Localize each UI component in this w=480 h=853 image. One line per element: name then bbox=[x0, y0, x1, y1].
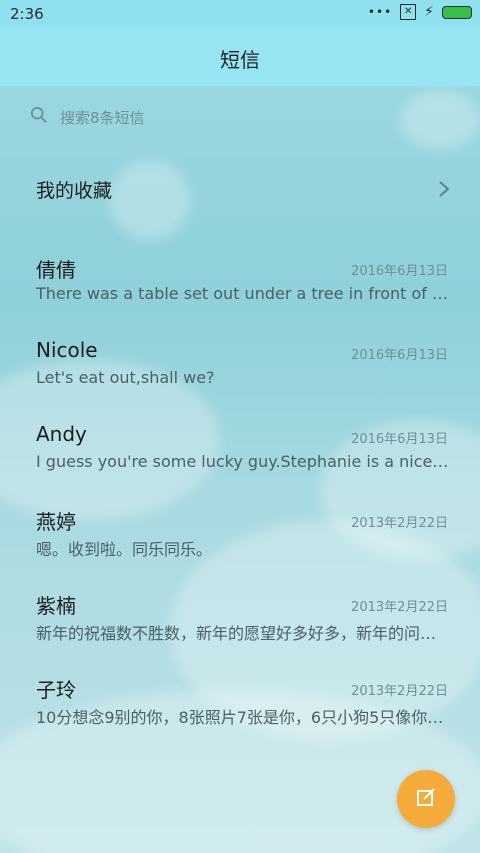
message-sender: 子玲 bbox=[36, 678, 76, 702]
search-bar[interactable]: 搜索8条短信 bbox=[30, 104, 450, 130]
status-bar: 2:36 ••• ✕ ⚡ bbox=[0, 0, 480, 28]
message-row[interactable]: 倩倩 2016年6月13日 There was a table set out … bbox=[36, 254, 450, 314]
message-row[interactable]: 紫楠 2013年2月22日 新年的祝福数不胜数，新年的愿望好多好多，新年的问候.… bbox=[36, 590, 450, 650]
messages-screen: 2:36 ••• ✕ ⚡ 短信 搜索8条短信 我的收藏 倩倩 2016年6月13… bbox=[0, 0, 480, 853]
message-sender: 倩倩 bbox=[36, 258, 76, 282]
message-preview: Let's eat out,shall we? bbox=[36, 368, 215, 387]
message-date: 2016年6月13日 bbox=[351, 432, 448, 447]
favorites-label: 我的收藏 bbox=[36, 180, 113, 202]
message-date: 2013年2月22日 bbox=[351, 600, 448, 615]
compose-button[interactable] bbox=[397, 770, 455, 828]
message-preview: There was a table set out under a tree i… bbox=[36, 284, 450, 303]
bolt-icon: ⚡ bbox=[424, 4, 434, 20]
battery-icon bbox=[442, 5, 472, 19]
sim-x-icon: ✕ bbox=[400, 4, 417, 20]
message-sender: Andy bbox=[36, 422, 87, 446]
status-icons: ••• ✕ ⚡ bbox=[368, 4, 472, 20]
message-sender: Nicole bbox=[36, 338, 98, 362]
message-row[interactable]: Andy 2016年6月13日 I guess you're some luck… bbox=[36, 422, 450, 482]
status-time: 2:36 bbox=[10, 5, 44, 23]
page-title: 短信 bbox=[220, 48, 260, 72]
message-preview: 10分想念9别的你，8张照片7张是你，6只小狗5只像你，4... bbox=[36, 708, 450, 727]
message-row[interactable]: 子玲 2013年2月22日 10分想念9别的你，8张照片7张是你，6只小狗5只像… bbox=[36, 674, 450, 734]
search-placeholder[interactable]: 搜索8条短信 bbox=[60, 107, 145, 128]
message-date: 2016年6月13日 bbox=[351, 348, 448, 363]
compose-icon bbox=[415, 786, 437, 812]
message-preview: I guess you're some lucky guy.Stephanie … bbox=[36, 452, 450, 471]
message-sender: 紫楠 bbox=[36, 594, 76, 618]
message-date: 2013年2月22日 bbox=[351, 684, 448, 699]
favorites-row[interactable]: 我的收藏 bbox=[36, 176, 450, 210]
message-preview: 嗯。收到啦。同乐同乐。 bbox=[36, 540, 213, 559]
dots-icon: ••• bbox=[367, 5, 393, 19]
search-icon bbox=[30, 106, 48, 128]
chevron-right-icon bbox=[438, 180, 450, 203]
message-row[interactable]: Nicole 2016年6月13日 Let's eat out,shall we… bbox=[36, 338, 450, 398]
message-sender: 燕婷 bbox=[36, 510, 76, 534]
message-row[interactable]: 燕婷 2013年2月22日 嗯。收到啦。同乐同乐。 bbox=[36, 506, 450, 566]
message-preview: 新年的祝福数不胜数，新年的愿望好多好多，新年的问候... bbox=[36, 624, 450, 643]
message-date: 2016年6月13日 bbox=[351, 264, 448, 279]
header-bar: 短信 bbox=[0, 28, 480, 86]
message-date: 2013年2月22日 bbox=[351, 516, 448, 531]
